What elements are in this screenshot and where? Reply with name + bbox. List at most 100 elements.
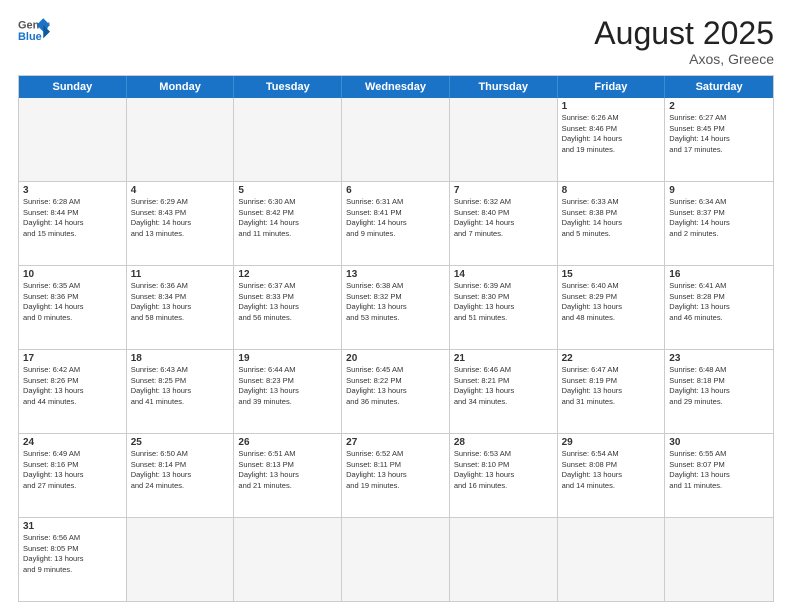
calendar-cell: 10Sunrise: 6:35 AM Sunset: 8:36 PM Dayli…: [19, 266, 127, 349]
calendar-cell: 23Sunrise: 6:48 AM Sunset: 8:18 PM Dayli…: [665, 350, 773, 433]
day-number: 20: [346, 353, 445, 364]
calendar-cell: 29Sunrise: 6:54 AM Sunset: 8:08 PM Dayli…: [558, 434, 666, 517]
title-block: August 2025 Axos, Greece: [594, 16, 774, 67]
day-number: 13: [346, 269, 445, 280]
calendar-week-0: 1Sunrise: 6:26 AM Sunset: 8:46 PM Daylig…: [19, 98, 773, 182]
day-number: 12: [238, 269, 337, 280]
day-number: 24: [23, 437, 122, 448]
calendar-cell: 19Sunrise: 6:44 AM Sunset: 8:23 PM Dayli…: [234, 350, 342, 433]
day-number: 2: [669, 101, 769, 112]
cell-details: Sunrise: 6:55 AM Sunset: 8:07 PM Dayligh…: [669, 449, 769, 491]
calendar-cell: 18Sunrise: 6:43 AM Sunset: 8:25 PM Dayli…: [127, 350, 235, 433]
cell-details: Sunrise: 6:49 AM Sunset: 8:16 PM Dayligh…: [23, 449, 122, 491]
day-number: 5: [238, 185, 337, 196]
day-number: 16: [669, 269, 769, 280]
subtitle: Axos, Greece: [594, 51, 774, 67]
logo: General Blue: [18, 16, 50, 44]
day-number: 23: [669, 353, 769, 364]
day-number: 17: [23, 353, 122, 364]
calendar-cell: [558, 518, 666, 601]
calendar-cell: [450, 518, 558, 601]
cell-details: Sunrise: 6:30 AM Sunset: 8:42 PM Dayligh…: [238, 197, 337, 239]
calendar-week-5: 31Sunrise: 6:56 AM Sunset: 8:05 PM Dayli…: [19, 518, 773, 601]
calendar-cell: [665, 518, 773, 601]
calendar-cell: [234, 98, 342, 181]
cell-details: Sunrise: 6:27 AM Sunset: 8:45 PM Dayligh…: [669, 113, 769, 155]
calendar-cell: 12Sunrise: 6:37 AM Sunset: 8:33 PM Dayli…: [234, 266, 342, 349]
calendar-cell: 27Sunrise: 6:52 AM Sunset: 8:11 PM Dayli…: [342, 434, 450, 517]
cell-details: Sunrise: 6:32 AM Sunset: 8:40 PM Dayligh…: [454, 197, 553, 239]
calendar-cell: 6Sunrise: 6:31 AM Sunset: 8:41 PM Daylig…: [342, 182, 450, 265]
calendar-cell: 15Sunrise: 6:40 AM Sunset: 8:29 PM Dayli…: [558, 266, 666, 349]
calendar-cell: 30Sunrise: 6:55 AM Sunset: 8:07 PM Dayli…: [665, 434, 773, 517]
calendar-header-row: SundayMondayTuesdayWednesdayThursdayFrid…: [19, 76, 773, 98]
day-number: 28: [454, 437, 553, 448]
header: General Blue August 2025 Axos, Greece: [18, 16, 774, 67]
cell-details: Sunrise: 6:48 AM Sunset: 8:18 PM Dayligh…: [669, 365, 769, 407]
day-number: 29: [562, 437, 661, 448]
calendar-cell: 8Sunrise: 6:33 AM Sunset: 8:38 PM Daylig…: [558, 182, 666, 265]
header-cell-friday: Friday: [558, 76, 666, 98]
svg-text:Blue: Blue: [18, 31, 42, 43]
calendar-cell: 31Sunrise: 6:56 AM Sunset: 8:05 PM Dayli…: [19, 518, 127, 601]
calendar-cell: 7Sunrise: 6:32 AM Sunset: 8:40 PM Daylig…: [450, 182, 558, 265]
cell-details: Sunrise: 6:56 AM Sunset: 8:05 PM Dayligh…: [23, 533, 122, 575]
header-cell-tuesday: Tuesday: [234, 76, 342, 98]
day-number: 9: [669, 185, 769, 196]
calendar-cell: 13Sunrise: 6:38 AM Sunset: 8:32 PM Dayli…: [342, 266, 450, 349]
calendar-cell: 20Sunrise: 6:45 AM Sunset: 8:22 PM Dayli…: [342, 350, 450, 433]
day-number: 22: [562, 353, 661, 364]
calendar: SundayMondayTuesdayWednesdayThursdayFrid…: [18, 75, 774, 602]
cell-details: Sunrise: 6:42 AM Sunset: 8:26 PM Dayligh…: [23, 365, 122, 407]
day-number: 10: [23, 269, 122, 280]
calendar-cell: [342, 518, 450, 601]
calendar-cell: 11Sunrise: 6:36 AM Sunset: 8:34 PM Dayli…: [127, 266, 235, 349]
cell-details: Sunrise: 6:39 AM Sunset: 8:30 PM Dayligh…: [454, 281, 553, 323]
day-number: 4: [131, 185, 230, 196]
calendar-cell: 9Sunrise: 6:34 AM Sunset: 8:37 PM Daylig…: [665, 182, 773, 265]
calendar-cell: 16Sunrise: 6:41 AM Sunset: 8:28 PM Dayli…: [665, 266, 773, 349]
day-number: 3: [23, 185, 122, 196]
header-cell-monday: Monday: [127, 76, 235, 98]
calendar-cell: [234, 518, 342, 601]
day-number: 31: [23, 521, 122, 532]
calendar-cell: 17Sunrise: 6:42 AM Sunset: 8:26 PM Dayli…: [19, 350, 127, 433]
day-number: 1: [562, 101, 661, 112]
cell-details: Sunrise: 6:52 AM Sunset: 8:11 PM Dayligh…: [346, 449, 445, 491]
calendar-week-2: 10Sunrise: 6:35 AM Sunset: 8:36 PM Dayli…: [19, 266, 773, 350]
calendar-cell: 2Sunrise: 6:27 AM Sunset: 8:45 PM Daylig…: [665, 98, 773, 181]
cell-details: Sunrise: 6:29 AM Sunset: 8:43 PM Dayligh…: [131, 197, 230, 239]
cell-details: Sunrise: 6:38 AM Sunset: 8:32 PM Dayligh…: [346, 281, 445, 323]
cell-details: Sunrise: 6:44 AM Sunset: 8:23 PM Dayligh…: [238, 365, 337, 407]
calendar-week-4: 24Sunrise: 6:49 AM Sunset: 8:16 PM Dayli…: [19, 434, 773, 518]
day-number: 26: [238, 437, 337, 448]
logo-icon: General Blue: [18, 16, 50, 44]
calendar-cell: 5Sunrise: 6:30 AM Sunset: 8:42 PM Daylig…: [234, 182, 342, 265]
cell-details: Sunrise: 6:43 AM Sunset: 8:25 PM Dayligh…: [131, 365, 230, 407]
day-number: 7: [454, 185, 553, 196]
calendar-week-1: 3Sunrise: 6:28 AM Sunset: 8:44 PM Daylig…: [19, 182, 773, 266]
month-title: August 2025: [594, 16, 774, 51]
calendar-cell: 24Sunrise: 6:49 AM Sunset: 8:16 PM Dayli…: [19, 434, 127, 517]
cell-details: Sunrise: 6:53 AM Sunset: 8:10 PM Dayligh…: [454, 449, 553, 491]
cell-details: Sunrise: 6:40 AM Sunset: 8:29 PM Dayligh…: [562, 281, 661, 323]
day-number: 18: [131, 353, 230, 364]
cell-details: Sunrise: 6:46 AM Sunset: 8:21 PM Dayligh…: [454, 365, 553, 407]
calendar-cell: 25Sunrise: 6:50 AM Sunset: 8:14 PM Dayli…: [127, 434, 235, 517]
calendar-cell: [19, 98, 127, 181]
cell-details: Sunrise: 6:50 AM Sunset: 8:14 PM Dayligh…: [131, 449, 230, 491]
page: General Blue August 2025 Axos, Greece Su…: [0, 0, 792, 612]
cell-details: Sunrise: 6:51 AM Sunset: 8:13 PM Dayligh…: [238, 449, 337, 491]
calendar-cell: 28Sunrise: 6:53 AM Sunset: 8:10 PM Dayli…: [450, 434, 558, 517]
day-number: 11: [131, 269, 230, 280]
day-number: 30: [669, 437, 769, 448]
header-cell-thursday: Thursday: [450, 76, 558, 98]
cell-details: Sunrise: 6:47 AM Sunset: 8:19 PM Dayligh…: [562, 365, 661, 407]
cell-details: Sunrise: 6:54 AM Sunset: 8:08 PM Dayligh…: [562, 449, 661, 491]
calendar-cell: [342, 98, 450, 181]
day-number: 6: [346, 185, 445, 196]
header-cell-wednesday: Wednesday: [342, 76, 450, 98]
cell-details: Sunrise: 6:28 AM Sunset: 8:44 PM Dayligh…: [23, 197, 122, 239]
day-number: 15: [562, 269, 661, 280]
cell-details: Sunrise: 6:41 AM Sunset: 8:28 PM Dayligh…: [669, 281, 769, 323]
